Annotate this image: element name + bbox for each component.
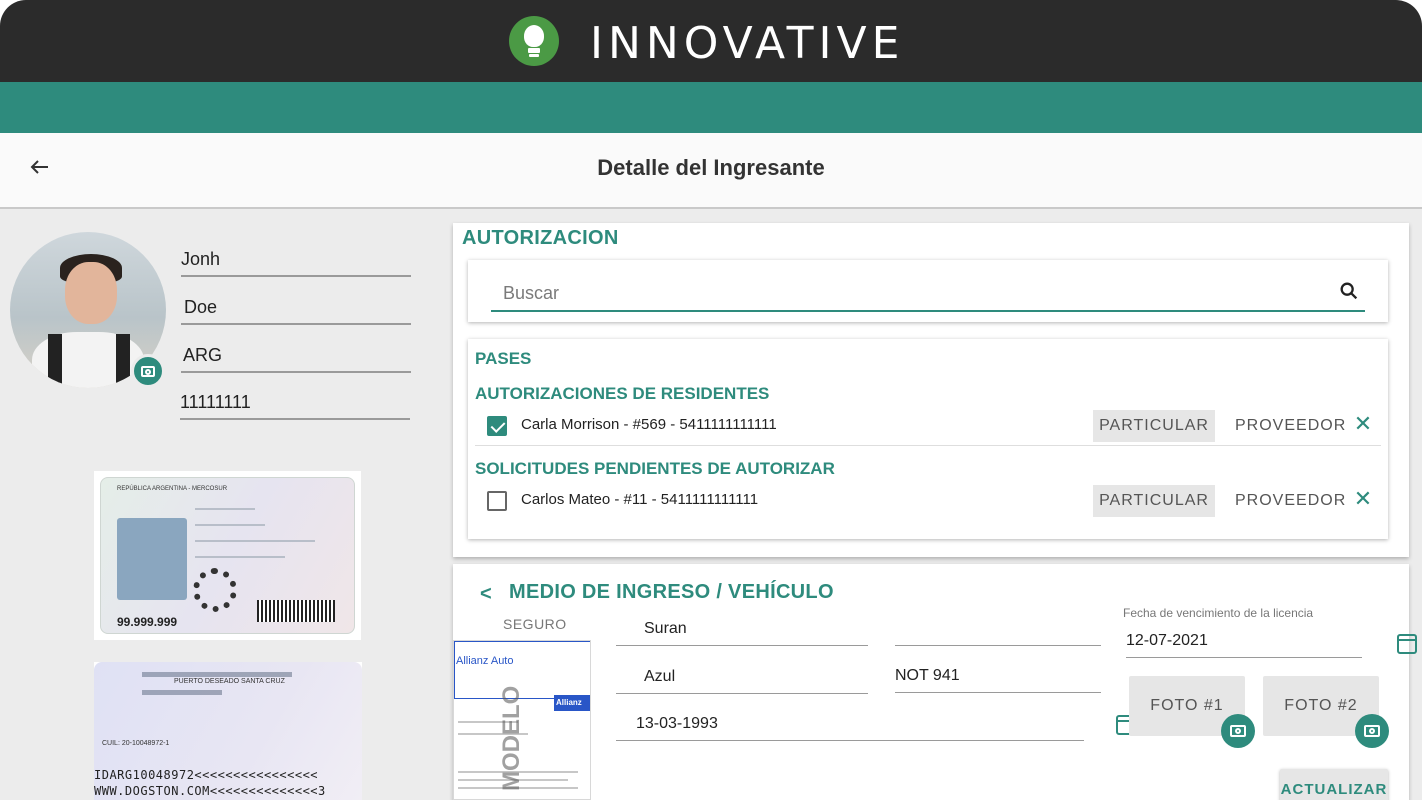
- list-item: Carlos Mateo - #11 - 5411111111111 PARTI…: [475, 477, 1381, 521]
- proveedor-button[interactable]: PROVEEDOR: [1235, 410, 1345, 442]
- seal-icon: [193, 568, 237, 612]
- insurance-badge: Allianz: [554, 695, 590, 711]
- insurance-document[interactable]: Allianz Auto Allianz MODELO: [453, 640, 591, 800]
- proveedor-button[interactable]: PROVEEDOR: [1235, 485, 1345, 517]
- barcode: [257, 600, 335, 622]
- brand-bar: INNOVATIVE: [0, 0, 1422, 82]
- mrz-line-2: WWW.DOGSTON.COM<<<<<<<<<<<<<<3: [94, 784, 326, 798]
- close-icon[interactable]: ✕: [1353, 488, 1373, 510]
- update-button[interactable]: ACTUALIZAR: [1280, 769, 1388, 800]
- search-input[interactable]: [491, 276, 1365, 312]
- accent-bar: [0, 82, 1422, 133]
- checkbox[interactable]: [487, 491, 507, 511]
- brand-name: INNOVATIVE: [590, 18, 905, 69]
- list-item-label: Carla Morrison - #569 - 5411111111111: [521, 416, 777, 433]
- camera-icon[interactable]: [1221, 714, 1255, 748]
- vehicle-card: < MEDIO DE INGRESO / VEHÍCULO SEGURO All…: [453, 564, 1417, 800]
- document-number-field[interactable]: 11111111: [180, 386, 410, 420]
- license-expiry-field[interactable]: 12-07-2021: [1126, 628, 1362, 658]
- list-item-label: Carlos Mateo - #11 - 5411111111111: [521, 491, 759, 508]
- search-box: [468, 260, 1388, 322]
- camera-icon[interactable]: [131, 354, 165, 388]
- date-field[interactable]: 13-03-1993: [616, 711, 1084, 741]
- id-front-header: REPÚBLICA ARGENTINA - MERCOSUR: [117, 486, 228, 492]
- id-number: 99.999.999: [117, 615, 178, 629]
- insurance-watermark: MODELO: [498, 685, 525, 791]
- first-name-field[interactable]: Jonh: [181, 243, 411, 277]
- country-field[interactable]: ARG: [181, 339, 411, 373]
- pending-title: SOLICITUDES PENDIENTES DE AUTORIZAR: [475, 459, 835, 478]
- list-item: Carla Morrison - #569 - 5411111111111 PA…: [475, 402, 1381, 446]
- particular-button[interactable]: PARTICULAR: [1093, 410, 1215, 442]
- last-name-field[interactable]: Doe: [181, 291, 411, 325]
- id-cuil: CUIL: 20-10048972-1: [102, 740, 170, 747]
- license-expiry-label: Fecha de vencimiento de la licencia: [1123, 606, 1314, 620]
- seguro-label: SEGURO: [503, 616, 567, 632]
- passes-title: PASES: [475, 349, 532, 368]
- mrz-line-1: IDARG10048972<<<<<<<<<<<<<<<<: [94, 768, 319, 782]
- calendar-icon[interactable]: [1397, 634, 1417, 654]
- id-card-back[interactable]: PUERTO DESEADO SANTA CRUZ CUIL: 20-10048…: [94, 662, 362, 800]
- close-icon[interactable]: ✕: [1353, 413, 1373, 435]
- checkbox[interactable]: [487, 416, 507, 436]
- particular-button[interactable]: PARTICULAR: [1093, 485, 1215, 517]
- insurance-brand: Allianz Auto: [456, 655, 514, 667]
- search-icon[interactable]: [1338, 280, 1360, 302]
- color-field[interactable]: Azul: [616, 664, 868, 694]
- authorization-card: AUTORIZACION PASES AUTORIZACIONES DE RES…: [453, 223, 1409, 557]
- model-field[interactable]: [895, 616, 1101, 646]
- lightbulb-logo-icon: [509, 16, 559, 66]
- page-title: Detalle del Ingresante: [597, 155, 825, 180]
- vehicle-title: MEDIO DE INGRESO / VEHÍCULO: [509, 581, 834, 603]
- chevron-left-icon[interactable]: <: [480, 583, 492, 606]
- id-photo: [117, 518, 187, 600]
- details-panel: AUTORIZACION PASES AUTORIZACIONES DE RES…: [428, 209, 1422, 800]
- residents-title: AUTORIZACIONES DE RESIDENTES: [475, 384, 770, 403]
- brand-field[interactable]: Suran: [616, 616, 868, 646]
- app-header: Detalle del Ingresante: [0, 133, 1422, 209]
- id-card-front[interactable]: REPÚBLICA ARGENTINA - MERCOSUR 99.999.99…: [94, 471, 361, 640]
- authorization-title: AUTORIZACION: [462, 227, 619, 249]
- camera-icon[interactable]: [1355, 714, 1389, 748]
- profile-panel: Jonh Doe ARG 11111111 REPÚBLICA ARGENTIN…: [0, 209, 428, 800]
- plate-field[interactable]: NOT 941: [895, 663, 1101, 693]
- passes-box: PASES AUTORIZACIONES DE RESIDENTES Carla…: [468, 339, 1388, 539]
- id-place: PUERTO DESEADO SANTA CRUZ: [174, 678, 285, 685]
